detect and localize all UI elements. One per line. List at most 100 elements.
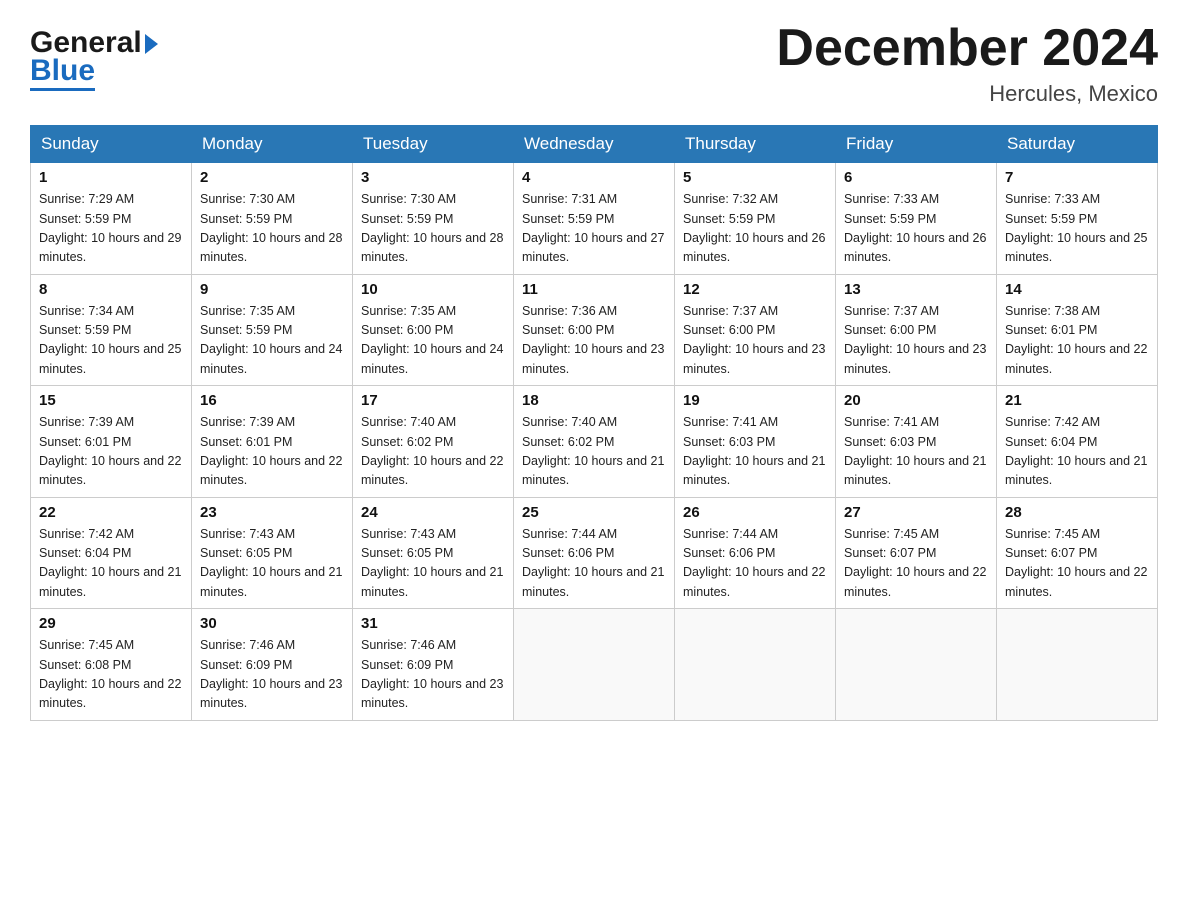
day-number: 29 bbox=[39, 615, 183, 632]
day-number: 25 bbox=[522, 504, 666, 521]
day-number: 3 bbox=[361, 169, 505, 186]
day-info: Sunrise: 7:36 AMSunset: 6:00 PMDaylight:… bbox=[522, 304, 664, 376]
calendar-week-row: 29 Sunrise: 7:45 AMSunset: 6:08 PMDaylig… bbox=[31, 609, 1158, 721]
day-number: 8 bbox=[39, 281, 183, 298]
calendar-cell: 13 Sunrise: 7:37 AMSunset: 6:00 PMDaylig… bbox=[836, 274, 997, 386]
day-number: 7 bbox=[1005, 169, 1149, 186]
day-info: Sunrise: 7:45 AMSunset: 6:08 PMDaylight:… bbox=[39, 638, 181, 710]
calendar-cell: 1 Sunrise: 7:29 AMSunset: 5:59 PMDayligh… bbox=[31, 163, 192, 275]
calendar-week-row: 15 Sunrise: 7:39 AMSunset: 6:01 PMDaylig… bbox=[31, 386, 1158, 498]
day-info: Sunrise: 7:39 AMSunset: 6:01 PMDaylight:… bbox=[200, 415, 342, 487]
calendar-cell bbox=[836, 609, 997, 721]
day-info: Sunrise: 7:43 AMSunset: 6:05 PMDaylight:… bbox=[200, 527, 342, 599]
column-header-sunday: Sunday bbox=[31, 126, 192, 163]
column-header-tuesday: Tuesday bbox=[353, 126, 514, 163]
calendar-cell: 24 Sunrise: 7:43 AMSunset: 6:05 PMDaylig… bbox=[353, 497, 514, 609]
calendar-cell: 10 Sunrise: 7:35 AMSunset: 6:00 PMDaylig… bbox=[353, 274, 514, 386]
calendar-cell: 18 Sunrise: 7:40 AMSunset: 6:02 PMDaylig… bbox=[514, 386, 675, 498]
calendar-cell: 27 Sunrise: 7:45 AMSunset: 6:07 PMDaylig… bbox=[836, 497, 997, 609]
calendar-cell: 28 Sunrise: 7:45 AMSunset: 6:07 PMDaylig… bbox=[997, 497, 1158, 609]
day-number: 31 bbox=[361, 615, 505, 632]
day-number: 28 bbox=[1005, 504, 1149, 521]
calendar-cell: 23 Sunrise: 7:43 AMSunset: 6:05 PMDaylig… bbox=[192, 497, 353, 609]
day-info: Sunrise: 7:41 AMSunset: 6:03 PMDaylight:… bbox=[844, 415, 986, 487]
calendar-cell: 12 Sunrise: 7:37 AMSunset: 6:00 PMDaylig… bbox=[675, 274, 836, 386]
calendar-week-row: 8 Sunrise: 7:34 AMSunset: 5:59 PMDayligh… bbox=[31, 274, 1158, 386]
day-info: Sunrise: 7:41 AMSunset: 6:03 PMDaylight:… bbox=[683, 415, 825, 487]
title-area: December 2024 Hercules, Mexico bbox=[776, 20, 1158, 107]
day-info: Sunrise: 7:35 AMSunset: 6:00 PMDaylight:… bbox=[361, 304, 503, 376]
page-header: General Blue December 2024 Hercules, Mex… bbox=[30, 20, 1158, 107]
day-info: Sunrise: 7:46 AMSunset: 6:09 PMDaylight:… bbox=[361, 638, 503, 710]
day-info: Sunrise: 7:37 AMSunset: 6:00 PMDaylight:… bbox=[683, 304, 825, 376]
calendar-table: SundayMondayTuesdayWednesdayThursdayFrid… bbox=[30, 125, 1158, 721]
day-number: 6 bbox=[844, 169, 988, 186]
calendar-cell: 22 Sunrise: 7:42 AMSunset: 6:04 PMDaylig… bbox=[31, 497, 192, 609]
day-info: Sunrise: 7:43 AMSunset: 6:05 PMDaylight:… bbox=[361, 527, 503, 599]
calendar-cell: 4 Sunrise: 7:31 AMSunset: 5:59 PMDayligh… bbox=[514, 163, 675, 275]
day-info: Sunrise: 7:45 AMSunset: 6:07 PMDaylight:… bbox=[844, 527, 986, 599]
calendar-cell: 11 Sunrise: 7:36 AMSunset: 6:00 PMDaylig… bbox=[514, 274, 675, 386]
calendar-cell: 31 Sunrise: 7:46 AMSunset: 6:09 PMDaylig… bbox=[353, 609, 514, 721]
calendar-cell bbox=[514, 609, 675, 721]
day-number: 12 bbox=[683, 281, 827, 298]
day-info: Sunrise: 7:40 AMSunset: 6:02 PMDaylight:… bbox=[361, 415, 503, 487]
day-number: 11 bbox=[522, 281, 666, 298]
day-info: Sunrise: 7:39 AMSunset: 6:01 PMDaylight:… bbox=[39, 415, 181, 487]
day-number: 24 bbox=[361, 504, 505, 521]
logo-blue-text: Blue bbox=[30, 56, 95, 91]
day-number: 1 bbox=[39, 169, 183, 186]
calendar-cell: 21 Sunrise: 7:42 AMSunset: 6:04 PMDaylig… bbox=[997, 386, 1158, 498]
calendar-cell: 14 Sunrise: 7:38 AMSunset: 6:01 PMDaylig… bbox=[997, 274, 1158, 386]
day-info: Sunrise: 7:38 AMSunset: 6:01 PMDaylight:… bbox=[1005, 304, 1147, 376]
day-info: Sunrise: 7:31 AMSunset: 5:59 PMDaylight:… bbox=[522, 192, 664, 264]
day-number: 5 bbox=[683, 169, 827, 186]
column-header-saturday: Saturday bbox=[997, 126, 1158, 163]
day-info: Sunrise: 7:40 AMSunset: 6:02 PMDaylight:… bbox=[522, 415, 664, 487]
day-info: Sunrise: 7:44 AMSunset: 6:06 PMDaylight:… bbox=[683, 527, 825, 599]
day-info: Sunrise: 7:46 AMSunset: 6:09 PMDaylight:… bbox=[200, 638, 342, 710]
column-header-monday: Monday bbox=[192, 126, 353, 163]
calendar-cell bbox=[997, 609, 1158, 721]
day-number: 27 bbox=[844, 504, 988, 521]
day-number: 23 bbox=[200, 504, 344, 521]
calendar-cell: 16 Sunrise: 7:39 AMSunset: 6:01 PMDaylig… bbox=[192, 386, 353, 498]
day-info: Sunrise: 7:30 AMSunset: 5:59 PMDaylight:… bbox=[361, 192, 503, 264]
day-number: 30 bbox=[200, 615, 344, 632]
calendar-cell: 7 Sunrise: 7:33 AMSunset: 5:59 PMDayligh… bbox=[997, 163, 1158, 275]
day-info: Sunrise: 7:30 AMSunset: 5:59 PMDaylight:… bbox=[200, 192, 342, 264]
calendar-cell: 19 Sunrise: 7:41 AMSunset: 6:03 PMDaylig… bbox=[675, 386, 836, 498]
day-info: Sunrise: 7:45 AMSunset: 6:07 PMDaylight:… bbox=[1005, 527, 1147, 599]
day-info: Sunrise: 7:42 AMSunset: 6:04 PMDaylight:… bbox=[1005, 415, 1147, 487]
day-number: 15 bbox=[39, 392, 183, 409]
calendar-cell: 9 Sunrise: 7:35 AMSunset: 5:59 PMDayligh… bbox=[192, 274, 353, 386]
calendar-week-row: 22 Sunrise: 7:42 AMSunset: 6:04 PMDaylig… bbox=[31, 497, 1158, 609]
column-header-thursday: Thursday bbox=[675, 126, 836, 163]
day-info: Sunrise: 7:44 AMSunset: 6:06 PMDaylight:… bbox=[522, 527, 664, 599]
calendar-cell: 17 Sunrise: 7:40 AMSunset: 6:02 PMDaylig… bbox=[353, 386, 514, 498]
day-number: 16 bbox=[200, 392, 344, 409]
day-number: 22 bbox=[39, 504, 183, 521]
month-title: December 2024 bbox=[776, 20, 1158, 77]
calendar-cell: 20 Sunrise: 7:41 AMSunset: 6:03 PMDaylig… bbox=[836, 386, 997, 498]
calendar-cell: 25 Sunrise: 7:44 AMSunset: 6:06 PMDaylig… bbox=[514, 497, 675, 609]
logo: General Blue bbox=[30, 20, 158, 91]
calendar-cell: 26 Sunrise: 7:44 AMSunset: 6:06 PMDaylig… bbox=[675, 497, 836, 609]
calendar-cell: 29 Sunrise: 7:45 AMSunset: 6:08 PMDaylig… bbox=[31, 609, 192, 721]
day-number: 13 bbox=[844, 281, 988, 298]
location: Hercules, Mexico bbox=[776, 81, 1158, 107]
day-number: 21 bbox=[1005, 392, 1149, 409]
day-info: Sunrise: 7:33 AMSunset: 5:59 PMDaylight:… bbox=[844, 192, 986, 264]
day-number: 4 bbox=[522, 169, 666, 186]
day-info: Sunrise: 7:37 AMSunset: 6:00 PMDaylight:… bbox=[844, 304, 986, 376]
column-header-wednesday: Wednesday bbox=[514, 126, 675, 163]
column-header-friday: Friday bbox=[836, 126, 997, 163]
calendar-cell bbox=[675, 609, 836, 721]
day-number: 9 bbox=[200, 281, 344, 298]
day-number: 10 bbox=[361, 281, 505, 298]
logo-arrow-icon bbox=[145, 34, 158, 54]
day-number: 19 bbox=[683, 392, 827, 409]
calendar-header-row: SundayMondayTuesdayWednesdayThursdayFrid… bbox=[31, 126, 1158, 163]
day-number: 26 bbox=[683, 504, 827, 521]
calendar-cell: 8 Sunrise: 7:34 AMSunset: 5:59 PMDayligh… bbox=[31, 274, 192, 386]
